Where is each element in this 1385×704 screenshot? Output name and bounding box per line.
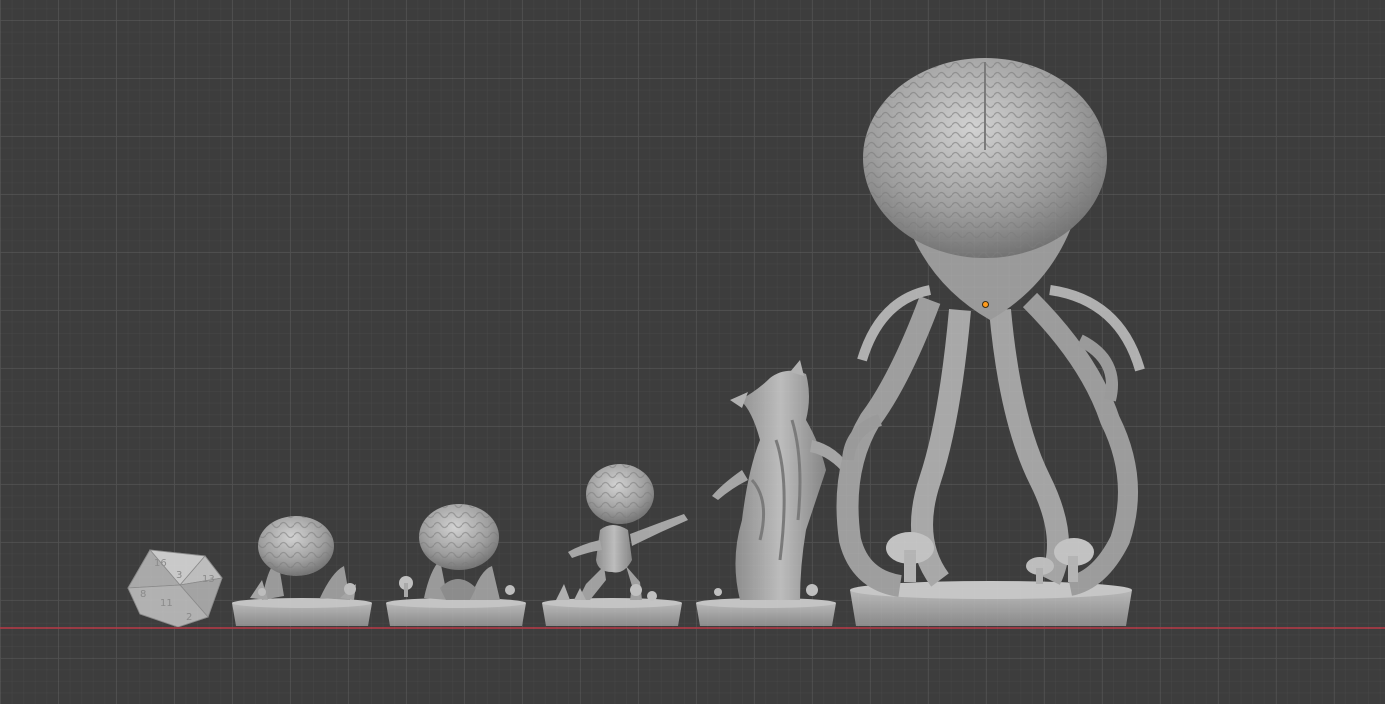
die-number-6: 2 (186, 612, 192, 623)
x-axis-line (0, 627, 1385, 629)
die-number-4: 11 (160, 598, 173, 609)
d20-die[interactable]: 16 3 8 11 13 2 (127, 549, 223, 628)
brain-tentacle-giant[interactable] (836, 58, 1145, 626)
die-number-2: 3 (176, 570, 182, 581)
brain-creature-small-2[interactable] (386, 504, 526, 626)
tree-creature[interactable] (696, 360, 852, 626)
scene-objects[interactable]: 16 3 8 11 13 2 (0, 0, 1385, 704)
brain-creature-walker[interactable] (542, 464, 688, 626)
brain-creature-small-1[interactable] (232, 516, 372, 626)
die-number-1: 16 (154, 558, 167, 569)
object-origin-icon[interactable] (982, 301, 989, 308)
die-number-5: 13 (202, 574, 215, 585)
3d-viewport[interactable]: 16 3 8 11 13 2 (0, 0, 1385, 704)
die-number-3: 8 (140, 589, 146, 600)
